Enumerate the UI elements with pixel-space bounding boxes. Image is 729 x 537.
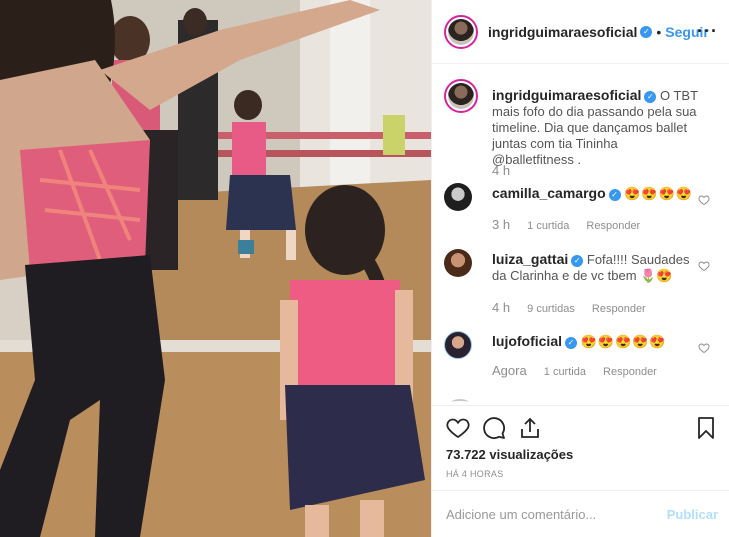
comment-text: 😍😍😍😍 <box>624 186 693 201</box>
comment-item: luiza_gattai ✓ Fofa!!!! Saudades da Clari… <box>444 249 724 329</box>
add-comment-bar: Publicar <box>432 490 729 537</box>
post-header: ingridguimaraesoficial ✓ • Seguir ··· <box>432 0 729 64</box>
comments-list[interactable]: ingridguimaraesoficial ✓ O TBT mais fofo … <box>432 65 729 405</box>
comment-time[interactable]: Agora <box>492 363 527 378</box>
publish-button[interactable]: Publicar <box>667 507 718 522</box>
heart-icon[interactable] <box>446 416 470 440</box>
reply-button[interactable]: Responder <box>586 220 640 232</box>
comment-avatar[interactable] <box>444 183 472 211</box>
more-options-icon[interactable]: ··· <box>697 22 718 40</box>
post-video[interactable] <box>0 0 431 537</box>
comment-username[interactable]: camilla_camargo <box>492 185 606 201</box>
caption-time[interactable]: 4 h <box>492 163 510 178</box>
caption-username[interactable]: ingridguimaraesoficial <box>492 87 641 103</box>
caption: ingridguimaraesoficial ✓ O TBT mais fofo … <box>444 79 724 178</box>
author-avatar[interactable] <box>444 14 478 49</box>
verified-badge-icon: ✓ <box>608 188 621 201</box>
bookmark-icon[interactable] <box>694 416 718 440</box>
reply-button[interactable]: Responder <box>603 366 657 378</box>
comment-item: camilla_camargo ✓ 😍😍😍😍 3 h 1 curtida Resp… <box>444 183 724 243</box>
post-details-panel: ingridguimaraesoficial ✓ • Seguir ··· in… <box>431 0 729 537</box>
comment-avatar[interactable] <box>444 249 472 277</box>
author-username[interactable]: ingridguimaraesoficial <box>488 24 637 40</box>
comment-username[interactable]: luiza_gattai <box>492 251 568 267</box>
separator-dot: • <box>656 23 662 40</box>
comment-text: 😍😍😍😍😍 <box>580 334 667 349</box>
post-actions: 73.722 visualizações HÁ 4 HORAS <box>432 405 729 490</box>
comment-likes[interactable]: 1 curtida <box>527 220 569 232</box>
share-icon[interactable] <box>518 416 542 440</box>
reply-button[interactable]: Responder <box>592 303 646 315</box>
verified-badge-icon: ✓ <box>565 336 577 349</box>
comment-icon[interactable] <box>482 416 506 440</box>
comment-time[interactable]: 3 h <box>492 217 510 232</box>
caption-author-avatar[interactable] <box>444 79 478 113</box>
caption-trailing: . <box>573 152 582 167</box>
comment-time[interactable]: 4 h <box>492 300 510 315</box>
view-count[interactable]: 73.722 visualizações <box>446 447 573 462</box>
heart-icon[interactable] <box>698 342 710 354</box>
verified-badge-icon: ✓ <box>644 90 657 103</box>
video-frame <box>0 0 431 537</box>
heart-icon[interactable] <box>698 194 710 206</box>
comment-likes[interactable]: 1 curtida <box>544 366 586 378</box>
comment-username[interactable]: lujofoficial <box>492 333 562 349</box>
comment-input[interactable] <box>446 503 656 525</box>
verified-badge-icon: ✓ <box>571 254 584 267</box>
posted-time[interactable]: HÁ 4 HORAS <box>446 469 504 479</box>
comment-likes[interactable]: 9 curtidas <box>527 303 575 315</box>
verified-badge-icon: ✓ <box>640 25 653 38</box>
comment-avatar[interactable] <box>444 331 472 359</box>
comment-item: lujofoficial ✓ 😍😍😍😍😍 Agora 1 curtida Resp… <box>444 331 724 391</box>
heart-icon[interactable] <box>698 260 710 272</box>
